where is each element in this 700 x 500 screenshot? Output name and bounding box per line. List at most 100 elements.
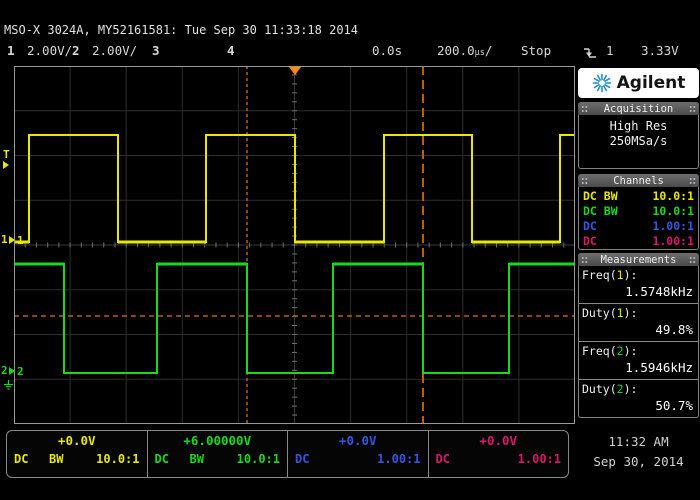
ch4-coupling-label: DC [436, 452, 450, 466]
channel-settings-bar: +0.0V DC BW 10.0:1 +6.00000V DC BW 10.0:… [6, 430, 569, 478]
measurement-channel: 2 [617, 382, 624, 396]
measurement-channel: 1 [617, 306, 624, 320]
ch2-scale[interactable]: 2.00V/ [92, 43, 137, 58]
grip-icon [581, 177, 588, 185]
status-bar: 1 2.00V/ 2 2.00V/ 3 4 0.0s 200.0µs/ Stop… [0, 43, 700, 61]
timebase-slash: / [485, 43, 493, 58]
ch3-probe-label: 1.00:1 [377, 452, 420, 466]
ch1-settings-panel[interactable]: +0.0V DC BW 10.0:1 [7, 431, 148, 477]
acquisition-info: High Res 250MSa/s [578, 115, 699, 169]
channels-title: Channels [613, 175, 664, 187]
ch2-status-number[interactable]: 2 [72, 43, 80, 58]
trigger-level-marker[interactable]: T [3, 150, 10, 169]
trigger-marker-arrow-icon [3, 161, 9, 169]
grip-icon [689, 105, 696, 113]
ch2-offset: +6.00000V [148, 433, 288, 448]
ch3-status-number[interactable]: 3 [152, 43, 160, 58]
ch1-coupling-label: DC [14, 452, 28, 466]
ch2-trace-label: 2 [17, 365, 24, 378]
ch1-ground-marker[interactable]: 1 [1, 235, 15, 245]
grip-icon [581, 256, 588, 264]
measurement-channel: 2 [617, 344, 624, 358]
ch2-ground-marker[interactable]: 2 [1, 366, 15, 376]
measurement-label-suffix: ): [624, 382, 638, 396]
ch1-scale[interactable]: 2.00V/ [27, 43, 72, 58]
measurement-duty2[interactable]: Duty(2): 50.7% [579, 380, 698, 417]
ch3-settings-panel[interactable]: +0.0V DC 1.00:1 [288, 431, 429, 477]
measurement-label: Freq( [582, 344, 617, 358]
trigger-marker-label: T [3, 150, 10, 160]
acquisition-title: Acquisition [604, 103, 674, 115]
ch2-coupling-row[interactable]: DC BW 10.0:1 [579, 203, 698, 218]
clock: 11:32 AM Sep 30, 2014 [578, 432, 699, 472]
ch4-probe-ratio: 1.00:1 [652, 234, 694, 248]
measurement-duty1[interactable]: Duty(1): 49.8% [579, 304, 698, 342]
ch2-marker-arrow-icon [9, 367, 15, 375]
ch2-settings-panel[interactable]: +6.00000V DC BW 10.0:1 [148, 431, 289, 477]
acquisition-section-header[interactable]: Acquisition [578, 102, 699, 115]
timebase-value: 200.0 [437, 43, 475, 58]
ch3-probe-ratio: 1.00:1 [652, 219, 694, 233]
sample-rate: 250MSa/s [579, 134, 698, 149]
ch3-coupling-label: DC [295, 452, 309, 466]
ch1-marker-label: 1 [1, 235, 8, 245]
brand-logo: Agilent [578, 68, 699, 98]
ch2-coupling-label: DC [155, 452, 169, 466]
ch3-offset: +0.0V [288, 433, 428, 448]
measurement-value: 1.5946kHz [582, 359, 695, 377]
ch2-probe-label: 10.0:1 [237, 452, 280, 466]
waveform-display [14, 66, 575, 424]
acquisition-mode: High Res [579, 119, 698, 134]
ch1-coupling: DC BW [583, 189, 618, 203]
run-state[interactable]: Stop [521, 43, 551, 58]
measurement-value: 1.5748kHz [582, 283, 695, 301]
measurement-value: 49.8% [582, 321, 695, 339]
ch2-marker-label: 2 [1, 366, 8, 376]
measurement-label: Duty( [582, 382, 617, 396]
measurements-title: Measurements [601, 254, 677, 266]
ch3-coupling-row[interactable]: DC 1.00:1 [579, 218, 698, 233]
ch1-offset: +0.0V [7, 433, 147, 448]
measurements-section-header[interactable]: Measurements [578, 253, 699, 266]
ch2-probe-ratio: 10.0:1 [652, 204, 694, 218]
measurement-label-suffix: ): [624, 268, 638, 282]
ch3-coupling: DC [583, 219, 597, 233]
ch1-probe-label: 10.0:1 [96, 452, 139, 466]
ch1-bw-limit-label: BW [49, 452, 63, 466]
grip-icon [689, 256, 696, 264]
measurement-value: 50.7% [582, 397, 695, 415]
measurement-label-suffix: ): [624, 306, 638, 320]
measurement-label: Freq( [582, 268, 617, 282]
measurement-label-suffix: ): [624, 344, 638, 358]
ch4-coupling: DC [583, 234, 597, 248]
grip-icon [581, 105, 588, 113]
timebase[interactable]: 200.0µs/ [437, 43, 492, 58]
clock-date: Sep 30, 2014 [578, 452, 699, 472]
channels-info: DC BW 10.0:1 DC BW 10.0:1 DC 1.00:1 DC 1… [578, 187, 699, 250]
ch4-offset: +0.0V [429, 433, 569, 448]
ch1-marker-arrow-icon [9, 236, 15, 244]
ch1-probe-ratio: 10.0:1 [652, 189, 694, 203]
measurement-freq2[interactable]: Freq(2): 1.5946kHz [579, 342, 698, 380]
trigger-source[interactable]: 1 [606, 43, 614, 58]
trigger-level[interactable]: 3.33V [641, 43, 679, 58]
edge-trigger-icon [583, 45, 597, 60]
ch4-settings-panel[interactable]: +0.0V DC 1.00:1 [429, 431, 569, 477]
grip-icon [689, 177, 696, 185]
measurement-freq1[interactable]: Freq(1): 1.5748kHz [579, 266, 698, 304]
channels-section-header[interactable]: Channels [578, 174, 699, 187]
horizontal-delay[interactable]: 0.0s [372, 43, 402, 58]
measurements-info: Freq(1): 1.5748kHz Duty(1): 49.8% Freq(2… [578, 266, 699, 418]
ch2-coupling: DC BW [583, 204, 618, 218]
ch4-status-number[interactable]: 4 [227, 43, 235, 58]
agilent-starburst-icon [592, 73, 612, 93]
measurement-label: Duty( [582, 306, 617, 320]
brand-name: Agilent [617, 73, 686, 93]
ch4-probe-label: 1.00:1 [518, 452, 561, 466]
ch1-trace-label: 1 [17, 234, 24, 247]
ch1-status-number[interactable]: 1 [7, 43, 15, 58]
clock-time: 11:32 AM [578, 432, 699, 452]
ch4-coupling-row[interactable]: DC 1.00:1 [579, 233, 698, 248]
ch1-coupling-row[interactable]: DC BW 10.0:1 [579, 188, 698, 203]
ch2-bw-limit-label: BW [190, 452, 204, 466]
